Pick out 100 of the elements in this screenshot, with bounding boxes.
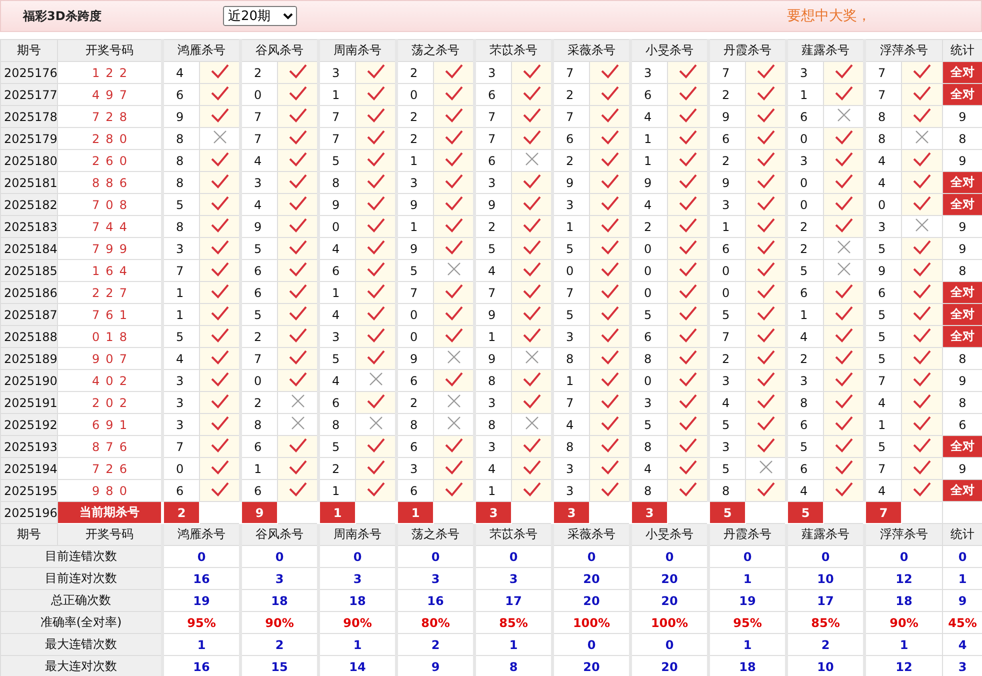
stat-value: 0 (552, 546, 630, 568)
column-header: 鸿雁杀号 (162, 524, 240, 546)
column-header: 谷风杀号 (240, 40, 318, 62)
column-header: 薤露杀号 (786, 40, 864, 62)
stat-value: 3 (396, 568, 474, 590)
stat-value: 90% (240, 612, 318, 634)
page-title: 福彩3D杀跨度 (22, 8, 102, 24)
column-header: 周南杀号 (318, 524, 396, 546)
stat-value: 20 (630, 568, 708, 590)
stat-value: 0 (630, 634, 708, 656)
slogan-text: 要想中大奖， (787, 7, 871, 25)
stat-cell: 6 (942, 414, 982, 436)
column-header: 统计 (942, 524, 982, 546)
stat-label: 最大连错次数 (0, 634, 162, 656)
period-cell: 2025176 (0, 62, 58, 84)
stat-cell: 8 (942, 348, 982, 370)
stat-value: 1 (474, 634, 552, 656)
column-header: 采薇杀号 (552, 40, 630, 62)
stat-value: 0 (240, 546, 318, 568)
column-header: 谷风杀号 (240, 524, 318, 546)
column-header: 浮萍杀号 (864, 524, 942, 546)
column-header: 荡之杀号 (396, 40, 474, 62)
period-cell: 2025185 (0, 260, 58, 282)
stat-value: 95% (162, 612, 240, 634)
current-pick: 9 (240, 502, 278, 524)
stat-value: 85% (786, 612, 864, 634)
column-header: 开奖号码 (58, 524, 162, 546)
period-cell: 2025194 (0, 458, 58, 480)
column-header: 鸿雁杀号 (162, 40, 240, 62)
all-correct-badge: 全对 (942, 436, 982, 458)
current-pick: 1 (318, 502, 356, 524)
current-pick: 3 (552, 502, 590, 524)
stat-value: 90% (318, 612, 396, 634)
current-pick: 5 (786, 502, 824, 524)
stat-value: 0 (162, 546, 240, 568)
stat-value: 16 (396, 590, 474, 612)
column-header: 周南杀号 (318, 40, 396, 62)
stat-value: 3 (474, 568, 552, 590)
stat-value: 20 (552, 590, 630, 612)
column-header: 统计 (942, 40, 982, 62)
period-cell: 2025184 (0, 238, 58, 260)
column-header: 小旻杀号 (630, 40, 708, 62)
period-cell: 2025191 (0, 392, 58, 414)
column-header: 薤露杀号 (786, 524, 864, 546)
current-pick: 3 (474, 502, 512, 524)
all-correct-badge: 全对 (942, 62, 982, 84)
stat-cell: 9 (942, 370, 982, 392)
stat-value: 12 (864, 568, 942, 590)
stat-value: 19 (708, 590, 786, 612)
stat-value: 2 (396, 634, 474, 656)
stat-value: 1 (708, 634, 786, 656)
period-cell: 2025181 (0, 172, 58, 194)
current-pick: 2 (162, 502, 200, 524)
period-cell: 2025190 (0, 370, 58, 392)
stat-value: 0 (552, 634, 630, 656)
stat-value: 1 (162, 634, 240, 656)
stat-label: 目前连对次数 (0, 568, 162, 590)
stat-value: 18 (864, 590, 942, 612)
stat-label: 目前连错次数 (0, 546, 162, 568)
stat-value: 0 (630, 546, 708, 568)
column-header: 芣苡杀号 (474, 524, 552, 546)
stat-value: 85% (474, 612, 552, 634)
all-correct-badge: 全对 (942, 194, 982, 216)
stat-value: 18 (318, 590, 396, 612)
period-cell: 2025192 (0, 414, 58, 436)
stat-value: 12 (864, 656, 942, 676)
stat-cell: 8 (942, 260, 982, 282)
period-cell: 2025177 (0, 84, 58, 106)
stat-value: 10 (786, 568, 864, 590)
stat-value: 1 (708, 568, 786, 590)
stat-value: 0 (786, 546, 864, 568)
current-label: 当前期杀号 (58, 502, 162, 524)
column-header: 丹霞杀号 (708, 40, 786, 62)
all-correct-badge: 全对 (942, 282, 982, 304)
stat-cell: 8 (942, 128, 982, 150)
period-cell: 2025182 (0, 194, 58, 216)
period-select[interactable]: 近20期 (223, 6, 297, 26)
period-cell: 2025193 (0, 436, 58, 458)
all-correct-badge: 全对 (942, 84, 982, 106)
stat-value: 18 (240, 590, 318, 612)
stat-value: 17 (786, 590, 864, 612)
stat-cell: 9 (942, 106, 982, 128)
current-pick: 1 (396, 502, 434, 524)
stat-cell: 9 (942, 150, 982, 172)
column-header: 小旻杀号 (630, 524, 708, 546)
stat-cell: 8 (942, 392, 982, 414)
column-header: 浮萍杀号 (864, 40, 942, 62)
period-cell: 2025188 (0, 326, 58, 348)
stat-cell: 9 (942, 458, 982, 480)
stat-cell: 9 (942, 238, 982, 260)
stat-label: 准确率(全对率) (0, 612, 162, 634)
stat-value: 0 (708, 546, 786, 568)
all-correct-badge: 全对 (942, 480, 982, 502)
period-cell: 2025178 (0, 106, 58, 128)
stat-value: 100% (552, 612, 630, 634)
current-pick: 5 (708, 502, 746, 524)
period-cell: 2025189 (0, 348, 58, 370)
stat-value: 3 (240, 568, 318, 590)
stat-value: 80% (396, 612, 474, 634)
period-cell: 2025180 (0, 150, 58, 172)
